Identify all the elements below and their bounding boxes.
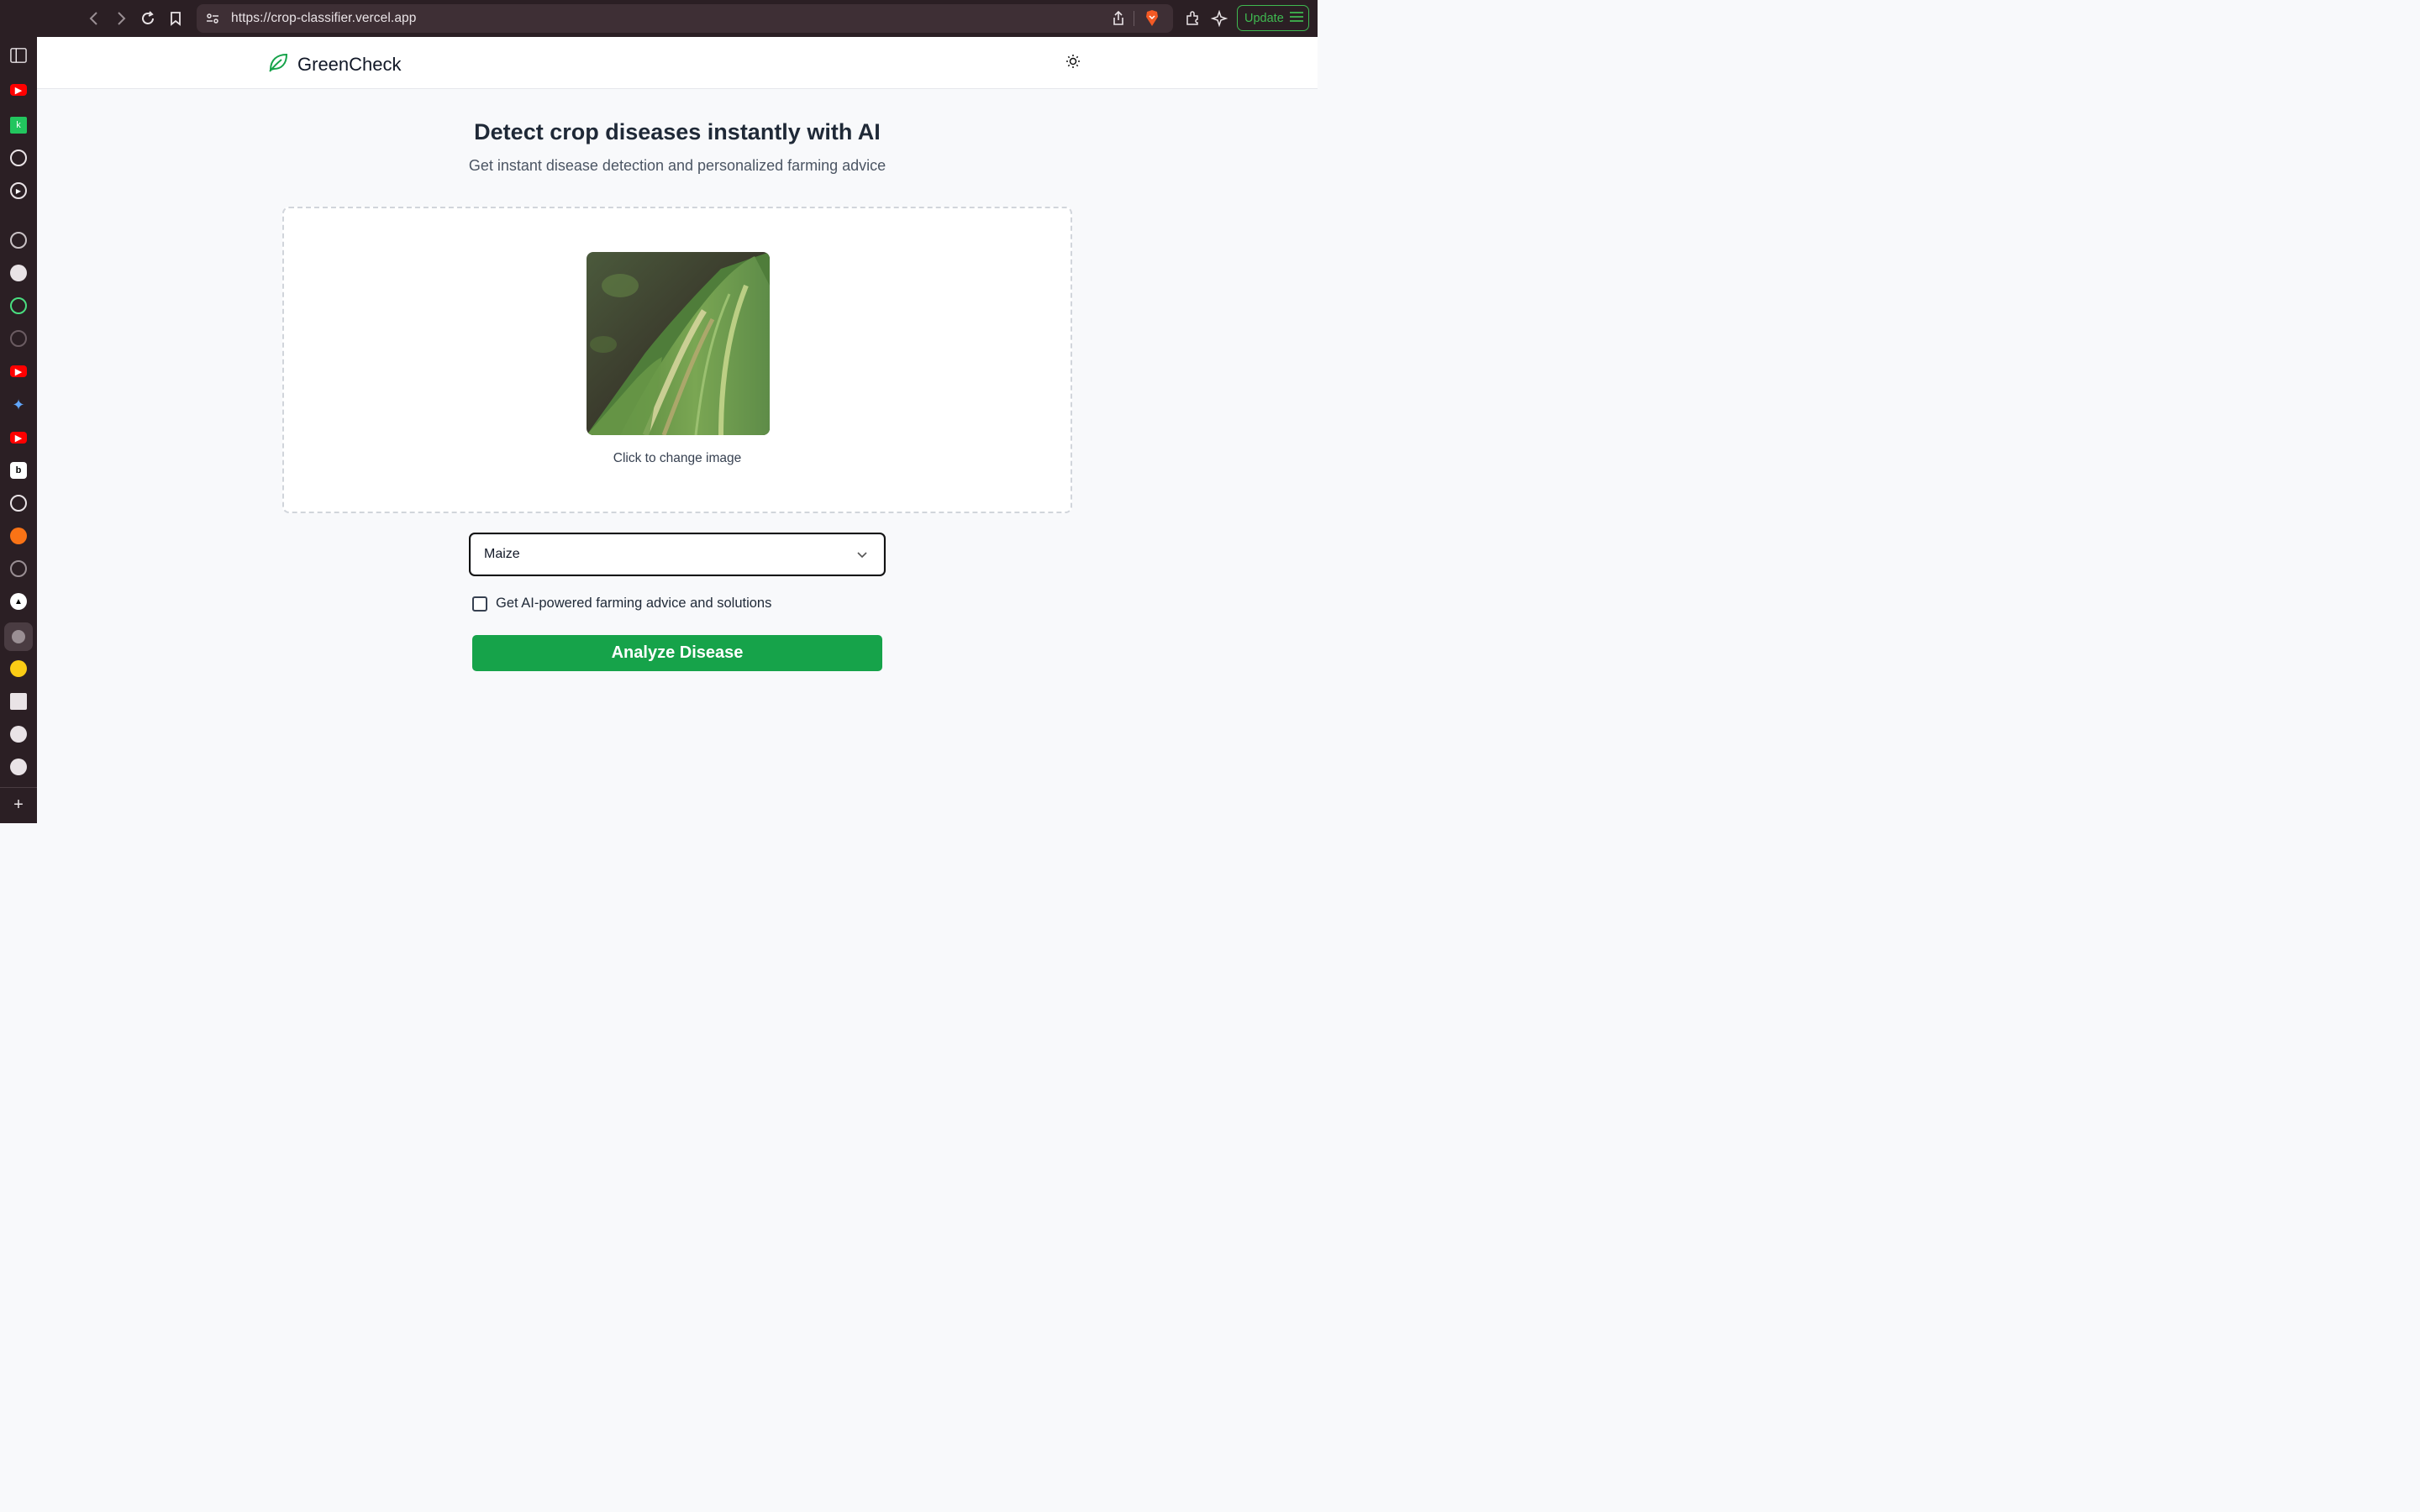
app-icon[interactable]	[10, 726, 27, 743]
image-dropzone[interactable]: Click to change image	[282, 207, 1072, 513]
chatgpt-icon[interactable]	[10, 495, 27, 512]
app-icon[interactable]	[10, 693, 27, 710]
app-icon[interactable]	[10, 528, 27, 544]
app-icon[interactable]	[10, 660, 27, 677]
extensions-icon[interactable]	[1182, 8, 1202, 29]
menu-icon	[1289, 11, 1304, 26]
github-icon[interactable]	[10, 265, 27, 281]
app-icon[interactable]	[10, 297, 27, 314]
chatgpt-icon[interactable]	[10, 150, 27, 166]
update-button[interactable]: Update	[1237, 5, 1309, 31]
update-label: Update	[1244, 11, 1284, 25]
add-icon[interactable]: +	[10, 795, 27, 814]
youtube-icon[interactable]: ▶	[10, 432, 27, 444]
sidebar-toggle-icon[interactable]	[10, 47, 27, 64]
crop-type-value: Maize	[484, 547, 520, 561]
web-page: GreenCheck Detect crop diseases instantl…	[37, 37, 1318, 823]
app-icon[interactable]	[10, 560, 27, 577]
reload-icon[interactable]	[138, 8, 158, 29]
browser-toolbar: https://crop-classifier.vercel.app Updat…	[0, 0, 1318, 37]
leaf-image-preview[interactable]	[587, 252, 770, 435]
chevron-down-icon	[855, 548, 869, 561]
brave-shield-icon[interactable]	[1144, 9, 1160, 32]
site-settings-icon[interactable]	[205, 11, 220, 30]
crop-type-select[interactable]: Maize	[469, 533, 886, 576]
url-text[interactable]: https://crop-classifier.vercel.app	[231, 11, 417, 26]
page-subtitle: Get instant disease detection and person…	[468, 157, 886, 174]
site-header: GreenCheck	[37, 37, 1318, 89]
divider	[0, 787, 37, 788]
forward-icon[interactable]	[111, 8, 131, 29]
back-icon[interactable]	[84, 8, 104, 29]
leaf-icon	[267, 51, 289, 77]
analyze-disease-button[interactable]: Analyze Disease	[472, 635, 882, 671]
advice-option: Get AI-powered farming advice and soluti…	[472, 596, 771, 612]
advice-checkbox[interactable]	[472, 596, 487, 612]
youtube-icon[interactable]: ▶	[10, 84, 27, 96]
vercel-icon[interactable]: ▲	[10, 593, 27, 610]
brand[interactable]: GreenCheck	[267, 51, 402, 77]
play-icon[interactable]: ▶	[10, 182, 27, 199]
app-icon[interactable]: k	[10, 117, 27, 134]
globe-icon[interactable]	[4, 622, 33, 651]
advice-checkbox-label[interactable]: Get AI-powered farming advice and soluti…	[496, 596, 771, 612]
bookmark-icon[interactable]	[166, 8, 186, 29]
github-icon[interactable]	[10, 232, 27, 249]
app-icon[interactable]	[10, 759, 27, 775]
bing-icon[interactable]: b	[10, 462, 27, 479]
brand-name: GreenCheck	[297, 53, 402, 75]
theme-toggle-button[interactable]	[1064, 54, 1082, 72]
page-title: Detect crop diseases instantly with AI	[474, 119, 881, 144]
youtube-icon[interactable]: ▶	[10, 365, 27, 377]
address-bar[interactable]: https://crop-classifier.vercel.app	[197, 4, 1173, 33]
change-image-label[interactable]: Click to change image	[284, 451, 1071, 466]
settings-icon[interactable]	[10, 330, 27, 347]
sun-icon	[1065, 54, 1081, 73]
leo-ai-icon[interactable]	[1209, 8, 1229, 29]
browser-sidebar: ▶ k ▶ ▶ ✦ ▶ b ▲ +	[0, 37, 37, 823]
share-icon[interactable]	[1111, 10, 1126, 31]
gemini-icon[interactable]: ✦	[10, 396, 27, 413]
